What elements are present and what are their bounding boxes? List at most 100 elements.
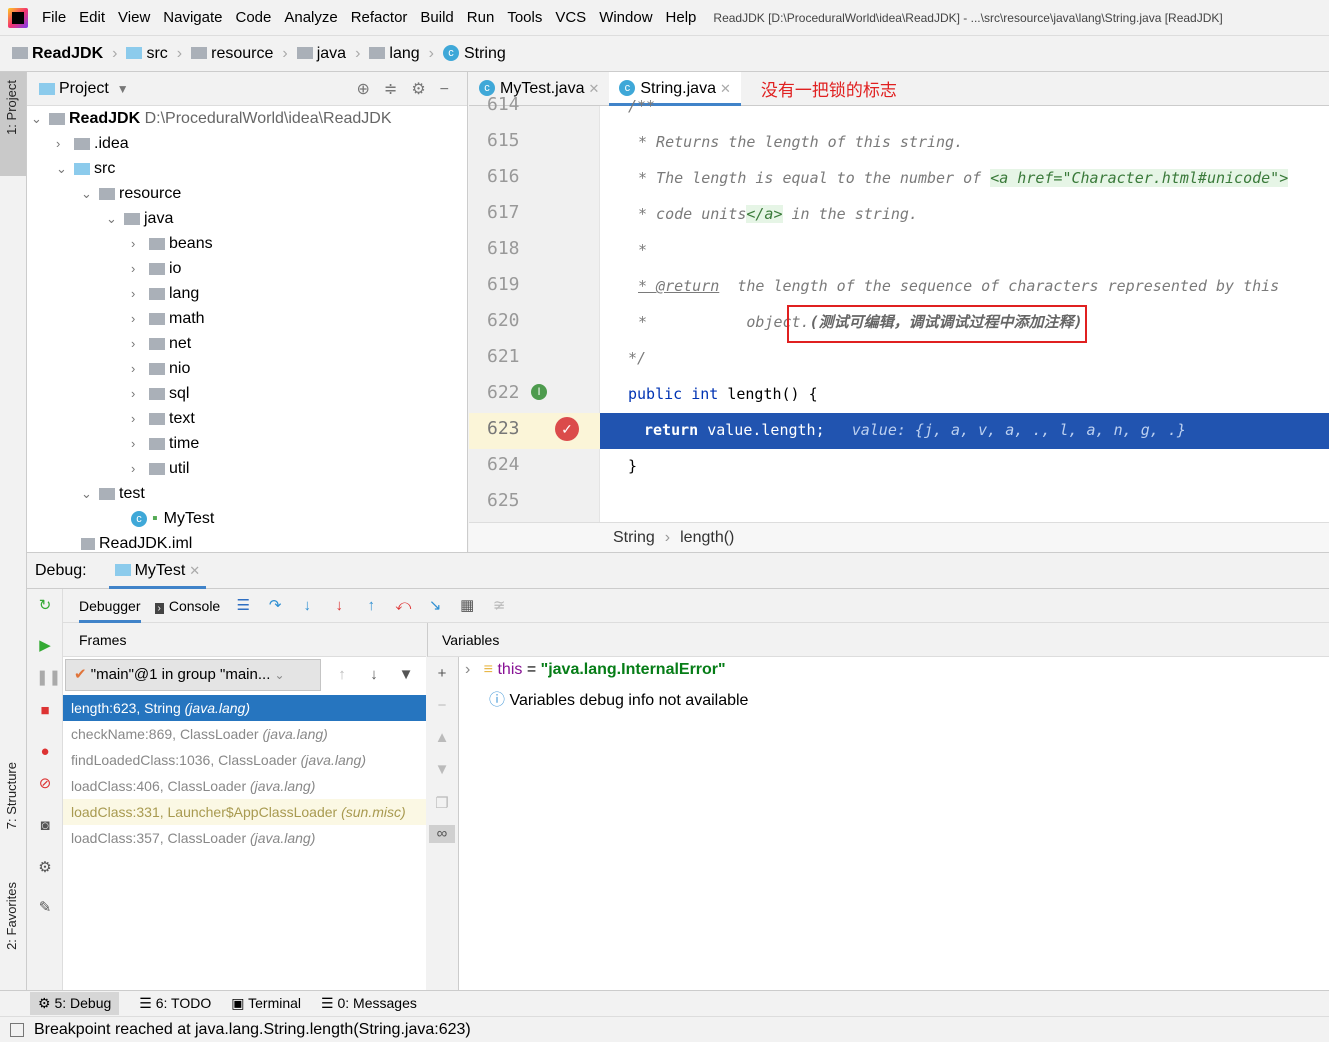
pin-icon[interactable]: ✎ xyxy=(36,899,54,917)
resume-icon[interactable]: ▶ xyxy=(36,637,54,655)
menu-view[interactable]: View xyxy=(118,9,150,26)
menu-help[interactable]: Help xyxy=(666,9,697,26)
breakpoint-icon[interactable]: ✓ xyxy=(555,417,579,441)
code-line[interactable]: * code units</a> in the string. xyxy=(600,196,1329,232)
tree-item-lang[interactable]: › lang xyxy=(131,281,199,306)
tree-item-test[interactable]: ⌄ test xyxy=(81,481,145,506)
crumb-readjdk[interactable]: ReadJDK xyxy=(12,45,103,63)
tree-item-sql[interactable]: › sql xyxy=(131,381,189,406)
menu-file[interactable]: File xyxy=(42,9,66,26)
tree-item-time[interactable]: › time xyxy=(131,431,199,456)
menu-build[interactable]: Build xyxy=(420,9,453,26)
variable-this[interactable]: › ≡ this = "java.lang.InternalError" xyxy=(465,661,726,679)
menu-code[interactable]: Code xyxy=(235,9,271,26)
terminal-tool-button[interactable]: ▣ Terminal xyxy=(231,995,301,1012)
stack-frame[interactable]: length:623, String (java.lang) xyxy=(63,695,426,721)
messages-tool-button[interactable]: ☰ 0: Messages xyxy=(321,995,417,1012)
code-line[interactable]: } xyxy=(600,448,1329,484)
run-to-cursor-icon[interactable]: ↘ xyxy=(426,597,444,615)
menu-window[interactable]: Window xyxy=(599,9,652,26)
code-line[interactable]: * @return the length of the sequence of … xyxy=(600,268,1329,304)
crumb-method[interactable]: length() xyxy=(680,529,734,547)
tree-item-math[interactable]: › math xyxy=(131,306,205,331)
tree-item-io[interactable]: › io xyxy=(131,256,181,281)
view-breakpoints-icon[interactable]: ● xyxy=(36,743,54,761)
debug-session-tab[interactable]: MyTest ✕ xyxy=(108,553,207,589)
mute-breakpoints-icon[interactable]: ⊘ xyxy=(36,775,54,793)
step-out-icon[interactable]: ↑ xyxy=(362,597,380,615)
implementing-method-icon[interactable]: I xyxy=(531,384,547,400)
stack-frame[interactable]: findLoadedClass:1036, ClassLoader (java.… xyxy=(63,747,426,773)
next-frame-icon[interactable]: ↓ xyxy=(365,666,383,684)
code-line[interactable] xyxy=(600,484,1329,520)
pause-icon[interactable]: ❚❚ xyxy=(36,669,61,687)
stack-frame[interactable]: checkName:869, ClassLoader (java.lang) xyxy=(63,721,426,747)
tree-item-idea[interactable]: › .idea xyxy=(56,131,129,156)
menu-vcs[interactable]: VCS xyxy=(555,9,586,26)
tree-root[interactable]: ⌄ ReadJDK D:\ProceduralWorld\idea\ReadJDK xyxy=(31,106,392,131)
menu-navigate[interactable]: Navigate xyxy=(163,9,222,26)
todo-tool-button[interactable]: ☰ 6: TODO xyxy=(139,995,211,1012)
stack-frame[interactable]: loadClass:406, ClassLoader (java.lang) xyxy=(63,773,426,799)
project-view-dropdown[interactable]: Project xyxy=(59,80,109,98)
tree-item-net[interactable]: › net xyxy=(131,331,191,356)
tree-item-text[interactable]: › text xyxy=(131,406,195,431)
rerun-icon[interactable]: ↻ xyxy=(36,597,54,615)
stack-frame[interactable]: loadClass:357, ClassLoader (java.lang) xyxy=(63,825,426,851)
crumb-resource[interactable]: resource xyxy=(191,45,273,63)
tree-item-resource[interactable]: ⌄ resource xyxy=(81,181,181,206)
code-line[interactable]: */ xyxy=(600,340,1329,376)
force-step-into-icon[interactable]: ↓ xyxy=(330,597,348,615)
structure-tool-tab[interactable]: 7: Structure xyxy=(4,762,19,829)
watches-toggle-icon[interactable]: ∞ xyxy=(429,825,455,843)
menu-refactor[interactable]: Refactor xyxy=(351,9,408,26)
previous-frame-icon[interactable]: ↑ xyxy=(333,666,351,684)
trace-icon[interactable]: ≆ xyxy=(490,597,508,615)
stack-frame[interactable]: loadClass:331, Launcher$AppClassLoader (… xyxy=(63,799,426,825)
menu-tools[interactable]: Tools xyxy=(507,9,542,26)
code-line[interactable]: public int length() { xyxy=(600,376,1329,412)
move-down-icon[interactable]: ▼ xyxy=(433,761,451,779)
stop-icon[interactable]: ■ xyxy=(36,702,54,720)
crumb-src[interactable]: src xyxy=(126,45,168,63)
tree-item-src[interactable]: ⌄ src xyxy=(56,156,115,181)
debugger-tab[interactable]: Debugger xyxy=(79,589,141,623)
debug-tool-button[interactable]: ⚙ 5: Debug xyxy=(30,992,120,1015)
crumb-class[interactable]: String xyxy=(613,529,655,547)
settings-icon[interactable]: ⚙ xyxy=(36,859,54,877)
camera-icon[interactable]: ◙ xyxy=(36,817,54,835)
crumb-lang[interactable]: lang xyxy=(369,45,420,63)
thread-selector[interactable]: ✔ "main"@1 in group "main... ⌄ xyxy=(65,659,321,691)
tree-item-beans[interactable]: › beans xyxy=(131,231,213,256)
project-tool-tab[interactable]: 1: Project xyxy=(4,80,19,135)
move-up-icon[interactable]: ▲ xyxy=(433,729,451,747)
crumb-string[interactable]: c String xyxy=(442,45,506,63)
step-over-icon[interactable]: ↷ xyxy=(266,597,284,615)
step-into-icon[interactable]: ↓ xyxy=(298,597,316,615)
tree-item-java[interactable]: ⌄ java xyxy=(106,206,173,231)
remove-watch-icon[interactable]: − xyxy=(433,697,451,715)
code-line[interactable]: return value.length; value: {j, a, v, a,… xyxy=(600,412,1329,448)
filter-icon[interactable]: ▼ xyxy=(397,666,415,684)
crumb-java[interactable]: java xyxy=(296,45,346,63)
favorites-tool-tab[interactable]: 2: Favorites xyxy=(4,882,19,950)
evaluate-expression-icon[interactable]: ▦ xyxy=(458,597,476,615)
tree-item-mytest[interactable]: c ▪ MyTest xyxy=(131,506,214,531)
tree-item-util[interactable]: › util xyxy=(131,456,189,481)
add-watch-icon[interactable]: + xyxy=(433,665,451,683)
drop-frame-icon[interactable]: ⤺ xyxy=(394,597,412,615)
close-icon: ✕ xyxy=(189,562,201,578)
menu-analyze[interactable]: Analyze xyxy=(284,9,337,26)
project-toolbar-icons[interactable]: ⊕≑⚙− xyxy=(357,79,468,99)
code-line[interactable]: * Returns the length of this string. xyxy=(600,124,1329,160)
menu-edit[interactable]: Edit xyxy=(79,9,105,26)
show-execution-point-icon[interactable]: ☰ xyxy=(234,597,252,615)
code-line[interactable]: * xyxy=(600,232,1329,268)
menu-run[interactable]: Run xyxy=(467,9,495,26)
tree-item-nio[interactable]: › nio xyxy=(131,356,190,381)
code-line[interactable]: /** xyxy=(600,88,1329,124)
copy-icon[interactable]: ❐ xyxy=(433,795,451,813)
code-line[interactable]: * The length is equal to the number of <… xyxy=(600,160,1329,196)
console-tab[interactable]: › Console xyxy=(154,598,220,614)
tool-windows-icon[interactable] xyxy=(10,1022,24,1037)
